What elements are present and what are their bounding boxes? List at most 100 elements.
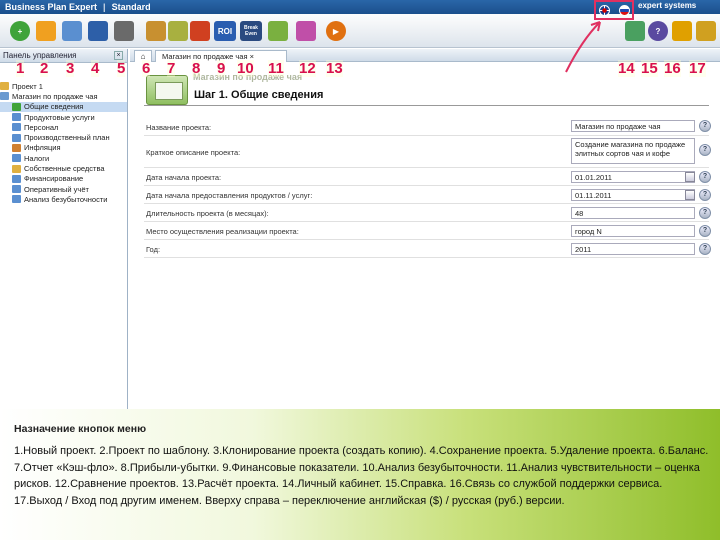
tree-item[interactable]: Финансирование xyxy=(0,174,127,184)
step-form: Магазин по продаже чая Шаг 1. Общие свед… xyxy=(130,63,720,410)
break-even-icon[interactable]: Break Even xyxy=(240,21,262,41)
tree-item[interactable]: Магазин по продаже чая xyxy=(0,91,127,101)
tree-item-label: Проект 1 xyxy=(12,81,43,91)
callout-12: 12 xyxy=(299,60,316,77)
tree-item[interactable]: Производственный план xyxy=(0,132,127,142)
tree-item[interactable]: Персонал xyxy=(0,122,127,132)
callout-8: 8 xyxy=(192,60,201,77)
callout-6: 6 xyxy=(142,60,151,77)
new-project-icon[interactable]: + xyxy=(10,21,30,41)
form-row: Место осуществления реализации проекта: … xyxy=(144,222,711,240)
roi-label: ROI xyxy=(217,26,233,36)
callout-5: 5 xyxy=(117,60,126,77)
field-label: Длительность проекта (в месяцах): xyxy=(146,209,269,218)
step-title: Шаг 1. Общие сведения xyxy=(194,89,324,101)
save-icon[interactable] xyxy=(88,21,108,41)
calculate-icon[interactable]: ▶ xyxy=(326,21,346,41)
callout-2: 2 xyxy=(40,60,49,77)
callout-13: 13 xyxy=(326,60,343,77)
caption-title: Назначение кнопок меню xyxy=(14,423,147,435)
page-icon xyxy=(12,185,21,194)
tree-item[interactable]: Собственные средства xyxy=(0,163,127,173)
title-separator: | xyxy=(103,2,106,12)
callout-15: 15 xyxy=(641,60,658,77)
compare-icon[interactable] xyxy=(296,21,316,41)
caption-text: 1.Новый проект. 2.Проект по шаблону. 3.К… xyxy=(14,445,709,507)
help-icon[interactable]: ? xyxy=(648,21,668,41)
support-icon[interactable] xyxy=(672,21,692,41)
help-icon[interactable]: ? xyxy=(699,144,711,156)
clone-icon[interactable] xyxy=(62,21,82,41)
control-panel-title: Панель управления xyxy=(3,51,77,60)
description-field[interactable]: Создание магазина по продаже элитных сор… xyxy=(571,138,695,164)
tree-item-label: Продуктовые услуги xyxy=(24,112,95,122)
page-icon xyxy=(12,123,21,132)
callout-16: 16 xyxy=(664,60,681,77)
tree-item-label: Финансирование xyxy=(24,174,84,184)
callout-3: 3 xyxy=(66,60,75,77)
tree-item-label: Анализ безубыточности xyxy=(24,194,108,204)
start-date-field[interactable]: 01.01.2011 xyxy=(571,171,695,183)
tree-item[interactable]: Оперативный учёт xyxy=(0,184,127,194)
calendar-icon[interactable] xyxy=(685,172,695,182)
page-icon xyxy=(12,174,21,183)
callout-7: 7 xyxy=(167,60,176,77)
folder-icon xyxy=(0,82,9,91)
exit-icon[interactable] xyxy=(696,21,716,41)
app-title: Business Plan Expert xyxy=(5,2,98,12)
service-start-date-field[interactable]: 01.11.2011 xyxy=(571,189,695,201)
delete-icon[interactable] xyxy=(114,21,134,41)
duration-field[interactable]: 48 xyxy=(571,207,695,219)
location-field[interactable]: город N xyxy=(571,225,695,237)
field-label: Дата начала предоставления продуктов / у… xyxy=(146,191,313,200)
tree-item[interactable]: Проект 1 xyxy=(0,81,127,91)
help-icon[interactable]: ? xyxy=(699,120,711,132)
callout-9: 9 xyxy=(217,60,226,77)
form-row: Год: 2011 ? xyxy=(144,240,711,258)
template-icon[interactable] xyxy=(36,21,56,41)
cashflow-icon[interactable] xyxy=(168,21,188,41)
form-row: Длительность проекта (в месяцах): 48 ? xyxy=(144,204,711,222)
field-label: Дата начала проекта: xyxy=(146,173,222,182)
tree-item-label: Собственные средства xyxy=(24,164,105,174)
help-icon[interactable]: ? xyxy=(699,207,711,219)
callout-4: 4 xyxy=(91,60,100,77)
form-row: Название проекта: Магазин по продаже чая… xyxy=(144,118,711,136)
help-icon[interactable]: ? xyxy=(699,243,711,255)
tree-item[interactable]: Налоги xyxy=(0,153,127,163)
tree-item-selected[interactable]: Общие сведения xyxy=(0,101,127,112)
language-highlight-box xyxy=(594,0,634,20)
help-icon[interactable]: ? xyxy=(699,171,711,183)
close-icon[interactable]: × xyxy=(114,51,123,60)
page-icon xyxy=(12,133,21,142)
roi-icon[interactable]: ROI xyxy=(214,21,236,41)
page-icon xyxy=(12,113,21,122)
year-field[interactable]: 2011 xyxy=(571,243,695,255)
sensitivity-icon[interactable] xyxy=(268,21,288,41)
tree-item-label: Персонал xyxy=(24,122,59,132)
tree-item[interactable]: Анализ безубыточности xyxy=(0,194,127,204)
tree-item[interactable]: Инфляция xyxy=(0,143,127,153)
profit-loss-icon[interactable] xyxy=(190,21,210,41)
field-label: Краткое описание проекта: xyxy=(146,148,241,157)
help-icon[interactable]: ? xyxy=(699,225,711,237)
form-row: Краткое описание проекта: Создание магаз… xyxy=(144,136,711,168)
page-icon xyxy=(12,102,21,111)
project-icon xyxy=(0,92,9,101)
callout-1: 1 xyxy=(16,60,25,77)
tree-item[interactable]: Продуктовые услуги xyxy=(0,112,127,122)
field-label: Место осуществления реализации проекта: xyxy=(146,227,299,236)
help-icon[interactable]: ? xyxy=(699,189,711,201)
balance-icon[interactable] xyxy=(146,21,166,41)
project-tree: Проект 1 Магазин по продаже чая Общие св… xyxy=(0,63,127,205)
toolbar-number-callouts: 1 2 3 4 5 6 7 8 9 10 11 12 13 14 15 16 1… xyxy=(0,60,720,80)
calendar-icon[interactable] xyxy=(685,190,695,200)
form-row: Дата начала предоставления продуктов / у… xyxy=(144,186,711,204)
menu-buttons-caption: Назначение кнопок меню 1.Новый проект. 2… xyxy=(0,409,720,540)
field-label: Год: xyxy=(146,245,161,254)
callout-10: 10 xyxy=(237,60,254,77)
callout-11: 11 xyxy=(268,60,284,77)
cabinet-icon[interactable] xyxy=(625,21,645,41)
form-row: Дата начала проекта: 01.01.2011 ? xyxy=(144,168,711,186)
project-name-field[interactable]: Магазин по продаже чая xyxy=(571,120,695,132)
